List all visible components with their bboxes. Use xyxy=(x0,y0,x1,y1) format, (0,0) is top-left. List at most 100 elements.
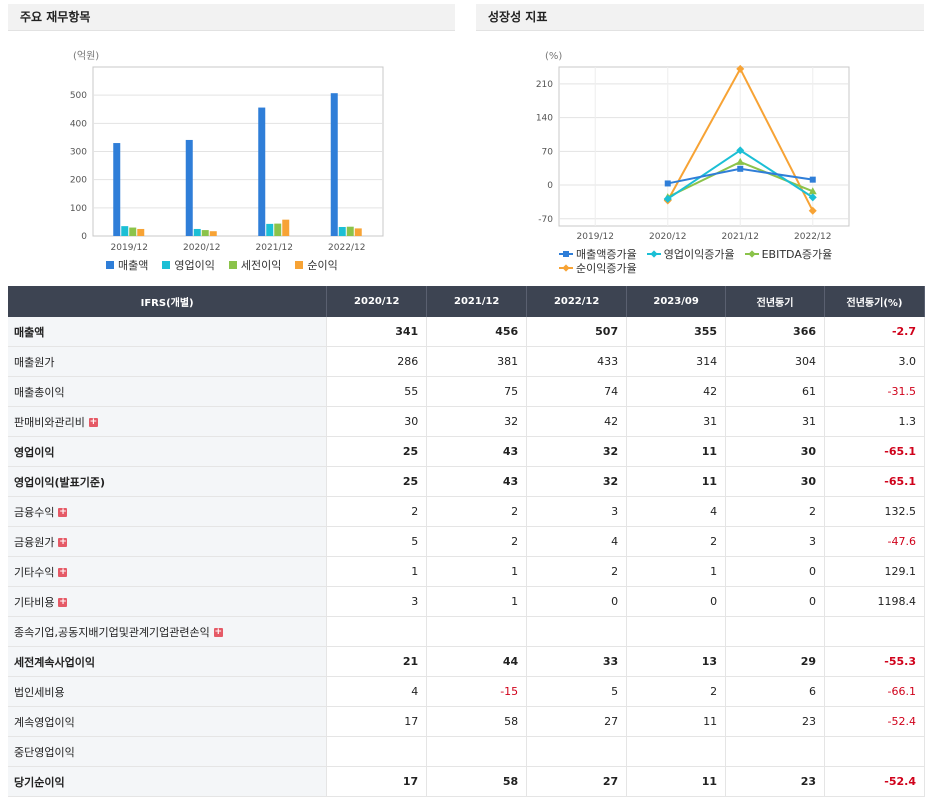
table-cell: 3 xyxy=(725,526,826,557)
table-header-cell: 전년동기(%) xyxy=(824,286,925,317)
expand-icon[interactable]: + xyxy=(213,628,223,637)
row-label-text: 기타비용 xyxy=(14,595,55,609)
expand-icon[interactable]: + xyxy=(58,508,68,517)
table-header-cell: IFRS(개별) xyxy=(8,286,328,317)
table-row: 금융원가 +5 2 4 2 3 -47.6 xyxy=(8,526,925,557)
line-legend-item[interactable]: 순이익증가율 xyxy=(559,261,637,275)
row-label-text: 당기순이익 xyxy=(14,775,65,789)
legend-swatch xyxy=(295,261,304,269)
row-label: 매출액 xyxy=(8,317,328,347)
table-cell: 286 xyxy=(326,346,428,377)
bar-y-tick-label: 100 xyxy=(70,204,87,214)
table-cell xyxy=(526,616,628,647)
table-cell: 1 xyxy=(626,556,727,587)
table-cell xyxy=(824,616,925,647)
bar-legend-item[interactable]: 세전이익 xyxy=(228,258,282,272)
table-cell: 355 xyxy=(626,317,727,347)
bar-x-tick-label: 2022/12 xyxy=(328,243,365,253)
table-cell: 17 xyxy=(326,706,428,737)
table-row: 영업이익(발표기준) 25 43 32 11 30 -65.1 xyxy=(8,466,925,497)
table-row: 매출총이익 55 75 74 42 61 -31.5 xyxy=(8,376,925,407)
financial-items-title: 주요 재무항목 xyxy=(8,4,455,31)
expand-icon[interactable]: + xyxy=(88,418,98,427)
table-cell: 132.5 xyxy=(824,496,925,527)
line-x-tick-label: 2022/12 xyxy=(794,232,831,242)
table-header-cell: 2023/09 xyxy=(626,286,727,317)
table-cell: 25 xyxy=(326,436,428,467)
row-label-text: 종속기업,공동지배기업및관계기업관련손익 xyxy=(14,625,210,639)
bar-legend-item[interactable]: 매출액 xyxy=(106,258,148,272)
bar-1-0 xyxy=(185,139,193,236)
table-cell: 55 xyxy=(326,376,428,407)
table-cell: 31 xyxy=(626,406,727,437)
table-cell: 32 xyxy=(526,466,628,497)
table-cell xyxy=(725,616,826,647)
legend-label: 영업이익증가율 xyxy=(663,248,735,261)
line-y-tick-label: 210 xyxy=(536,80,553,90)
table-cell: 0 xyxy=(526,586,628,617)
table-cell: 433 xyxy=(526,346,628,377)
table-cell: 2 xyxy=(626,676,727,707)
table-header-cell: 2020/12 xyxy=(326,286,428,317)
row-label-text: 금융수익 xyxy=(14,505,55,519)
table-cell: 58 xyxy=(426,766,528,797)
row-label-text: 계속영업이익 xyxy=(14,715,75,729)
legend-label: 세전이익 xyxy=(240,259,282,272)
expand-icon[interactable]: + xyxy=(58,538,68,547)
table-cell: 0 xyxy=(725,586,826,617)
table-cell xyxy=(426,616,528,647)
legend-swatch xyxy=(162,261,171,269)
table-cell: 507 xyxy=(526,317,628,347)
line-plot-area xyxy=(558,66,850,227)
table-row: 종속기업,공동지배기업및관계기업관련손익 + xyxy=(8,616,925,647)
table-row: 금융수익 +2 2 3 4 2 132.5 xyxy=(8,496,925,527)
expand-icon[interactable]: + xyxy=(58,598,68,607)
expand-icon[interactable]: + xyxy=(58,568,68,577)
table-cell: 27 xyxy=(526,706,628,737)
bar-0-0 xyxy=(113,143,121,236)
table-cell: -65.1 xyxy=(824,466,925,497)
table-cell: 43 xyxy=(426,466,528,497)
line-legend-item[interactable]: 매출액증가율 xyxy=(559,247,637,261)
row-label-text: 금융원가 xyxy=(14,535,55,549)
line-point-0-2 xyxy=(809,176,816,183)
table-cell: 17 xyxy=(326,766,428,797)
row-label-text: 세전계속사업이익 xyxy=(14,655,95,669)
table-cell: 30 xyxy=(725,466,826,497)
bar-y-tick-label: 400 xyxy=(70,119,87,129)
line-legend-item[interactable]: EBITDA증가율 xyxy=(744,247,832,261)
legend-line-swatch xyxy=(646,250,661,258)
row-label-text: 영업이익(발표기준) xyxy=(14,475,106,489)
table-cell: -2.7 xyxy=(824,317,925,347)
bar-legend-item[interactable]: 순이익 xyxy=(295,258,338,272)
table-cell: 0 xyxy=(725,556,826,587)
row-label-text: 판매비와관리비 xyxy=(14,415,85,429)
table-row: 매출원가 286 381 433 314 304 3.0 xyxy=(8,346,925,377)
table-row: 당기순이익 17 58 27 11 23 -52.4 xyxy=(8,766,925,797)
table-cell: 27 xyxy=(526,766,628,797)
bar-legend-item[interactable]: 영업이익 xyxy=(162,258,215,272)
table-cell xyxy=(725,736,826,767)
table-header-cell: 2021/12 xyxy=(426,286,528,317)
table-cell: 2 xyxy=(725,496,826,527)
table-row: 세전계속사업이익 21 44 33 13 29 -55.3 xyxy=(8,646,925,677)
table-cell: 31 xyxy=(725,406,826,437)
row-label: 계속영업이익 xyxy=(8,706,328,737)
financial-statement-table: IFRS(개별) 2020/12 2021/12 2022/12 2023/09 전년동기… xyxy=(8,286,925,797)
row-label: 세전계속사업이익 xyxy=(8,646,328,677)
table-cell: 341 xyxy=(326,317,428,347)
line-legend-item[interactable]: 영업이익증가율 xyxy=(646,247,735,261)
table-cell: 3 xyxy=(326,586,428,617)
table-cell: 13 xyxy=(626,646,727,677)
bar-1-3 xyxy=(209,231,217,236)
line-x-tick-label: 2021/12 xyxy=(722,232,759,242)
bar-3-0 xyxy=(330,93,338,236)
legend-line-swatch xyxy=(559,264,573,272)
table-cell: -52.4 xyxy=(824,706,925,737)
table-cell: 1 xyxy=(326,556,428,587)
bar-y-tick-label: 200 xyxy=(70,176,87,186)
table-cell xyxy=(326,736,428,767)
line-point-0-0 xyxy=(664,180,671,187)
table-cell xyxy=(326,616,428,647)
table-cell: 2 xyxy=(526,556,628,587)
